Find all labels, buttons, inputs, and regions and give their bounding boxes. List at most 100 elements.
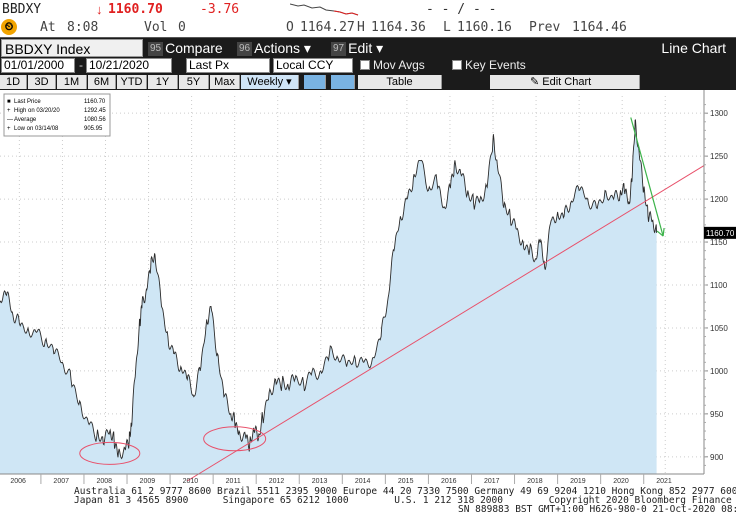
period-1d[interactable]: 1D — [0, 75, 27, 89]
edit-label: Edit ▾ — [348, 40, 384, 56]
footer: Australia 61 2 9777 8600 Brazil 5511 239… — [0, 486, 736, 530]
currency-select[interactable]: Local CCY — [273, 58, 353, 73]
sparkline-icon — [290, 3, 359, 16]
x-tick-label: 2017 — [484, 478, 500, 485]
x-tick-label: 2015 — [398, 478, 414, 485]
mov-avgs-checkbox[interactable]: Mov Avgs — [360, 58, 425, 72]
period-max[interactable]: Max — [210, 75, 240, 89]
checkbox-icon — [452, 60, 462, 70]
compare-label: Compare — [165, 40, 223, 56]
price-area — [0, 119, 657, 475]
volume-value: 0 — [178, 20, 186, 35]
y-tick-label: 1100 — [710, 281, 728, 290]
open-value: 1164.27 — [300, 20, 355, 35]
y-tick-label: 900 — [710, 453, 724, 462]
period-toolbar: 1D 3D 1M 6M YTD 1Y 5Y Max Weekly ▾ Table… — [0, 74, 736, 90]
vol-label: Vol — [144, 20, 168, 35]
line-tool-button[interactable] — [304, 75, 326, 89]
legend-marker-icon: + — [7, 108, 11, 114]
actions-menu[interactable]: 96 Actions ▾ — [237, 39, 311, 57]
legend-label: High on 03/20/20 — [14, 108, 60, 114]
end-date-input[interactable]: 10/21/2020 — [86, 58, 172, 73]
period-ytd[interactable]: YTD — [117, 75, 147, 89]
ticker-symbol[interactable]: BBDXY — [2, 2, 41, 17]
period-5y[interactable]: 5Y — [179, 75, 209, 89]
period-6m[interactable]: 6M — [88, 75, 116, 89]
key-events-checkbox[interactable]: Key Events — [452, 58, 526, 72]
price-chart[interactable]: 1300 1250 1200 1150 1100 1050 1000 950 900 1160.7… — [0, 90, 736, 515]
y-tick-label: 950 — [710, 410, 724, 419]
checkbox-icon — [360, 60, 370, 70]
y-tick-label: 1050 — [710, 324, 728, 333]
edit-chart-button[interactable]: ✎ Edit Chart — [490, 75, 640, 89]
open-label: O — [286, 20, 294, 35]
x-tick-label: 2012 — [269, 478, 285, 485]
legend-value: 1080.56 — [84, 117, 106, 123]
edit-chart-icon: ✎ — [530, 76, 540, 88]
legend-value: 1160.70 — [84, 99, 106, 105]
x-tick-label: 2006 — [10, 478, 26, 485]
security-field[interactable]: BBDXY Index — [1, 39, 143, 57]
table-button[interactable]: Table — [358, 75, 442, 89]
edit-number: 97 — [331, 42, 347, 57]
gauge-icon[interactable]: ⏲ — [1, 19, 17, 35]
footer-session: SN 889883 BST GMT+1:00 H626-980-0 21-Oct… — [458, 504, 736, 515]
low-value: 1160.16 — [457, 20, 512, 35]
field-select[interactable]: Last Px — [186, 58, 270, 73]
start-date-input[interactable]: 01/01/2000 — [1, 58, 75, 73]
prev-label: Prev — [529, 20, 561, 35]
down-arrow-icon: ↓ — [96, 2, 103, 17]
x-tick-label: 2020 — [613, 478, 629, 485]
ticker-stats-row: ⏲ At 8:08 Vol 0 O 1164.27 H 1164.36 L 11… — [0, 19, 736, 37]
period-1m[interactable]: 1M — [57, 75, 87, 89]
y-tick-label: 1000 — [710, 367, 728, 376]
legend-marker-icon: — — [7, 117, 13, 123]
x-tick-label: 2008 — [96, 478, 112, 485]
y-tick-label: 1150 — [710, 238, 728, 247]
x-tick-label: 2021 — [656, 478, 672, 485]
edit-menu[interactable]: 97 Edit ▾ — [331, 39, 383, 57]
actions-label: Actions ▾ — [254, 40, 311, 56]
x-tick-label: 2007 — [53, 478, 69, 485]
y-tick-label: 1300 — [710, 109, 728, 118]
x-tick-label: 2014 — [355, 478, 371, 485]
high-value: 1164.36 — [371, 20, 426, 35]
ticker-bar: BBDXY ↓ 1160.70 -3.76 - - / - - — [0, 0, 736, 19]
last-price-tag-label: 1160.70 — [706, 229, 735, 238]
draw-tool-button[interactable] — [331, 75, 355, 89]
compare-menu[interactable]: 95 Compare — [148, 39, 223, 57]
legend-value: 1292.45 — [84, 108, 106, 114]
menu-bar: BBDXY Index 95 Compare 96 Actions ▾ 97 Edit… — [0, 37, 736, 57]
actions-number: 96 — [237, 42, 253, 57]
period-3d[interactable]: 3D — [28, 75, 56, 89]
x-tick-label: 2011 — [226, 478, 241, 485]
controls-row: 01/01/2000 - 10/21/2020 Last Px Local CC… — [0, 57, 736, 74]
legend-marker-icon: ■ — [7, 99, 11, 105]
legend-label: Low on 03/14/08 — [14, 126, 59, 132]
legend-marker-icon: + — [7, 126, 11, 132]
quote-time: 8:08 — [67, 20, 99, 35]
high-label: H — [357, 20, 365, 35]
x-tick-label: 2018 — [527, 478, 543, 485]
frequency-select[interactable]: Weekly ▾ — [241, 75, 299, 89]
price-change: -3.76 — [200, 2, 240, 17]
legend-value: 905.95 — [84, 126, 103, 132]
key-events-label: Key Events — [465, 58, 526, 72]
chart-area: 1300 1250 1200 1150 1100 1050 1000 950 900 1160.7… — [0, 90, 736, 515]
prev-value: 1164.46 — [572, 20, 627, 35]
legend-label: Average — [14, 117, 37, 123]
legend-label: Last Price — [14, 99, 41, 105]
trend-arrow-head — [656, 227, 665, 237]
date-separator: - — [79, 58, 83, 72]
edit-chart-label: Edit Chart — [542, 76, 592, 88]
period-1y[interactable]: 1Y — [148, 75, 178, 89]
at-label: At — [40, 20, 56, 35]
y-tick-label: 1200 — [710, 195, 728, 204]
x-tick-label: 2010 — [183, 478, 199, 485]
mov-avgs-label: Mov Avgs — [373, 58, 425, 72]
y-tick-label: 1250 — [710, 152, 728, 161]
x-tick-label: 2009 — [140, 478, 156, 485]
x-tick-label: 2016 — [441, 478, 457, 485]
x-tick-label: 2013 — [312, 478, 328, 485]
last-price: 1160.70 — [108, 2, 163, 17]
